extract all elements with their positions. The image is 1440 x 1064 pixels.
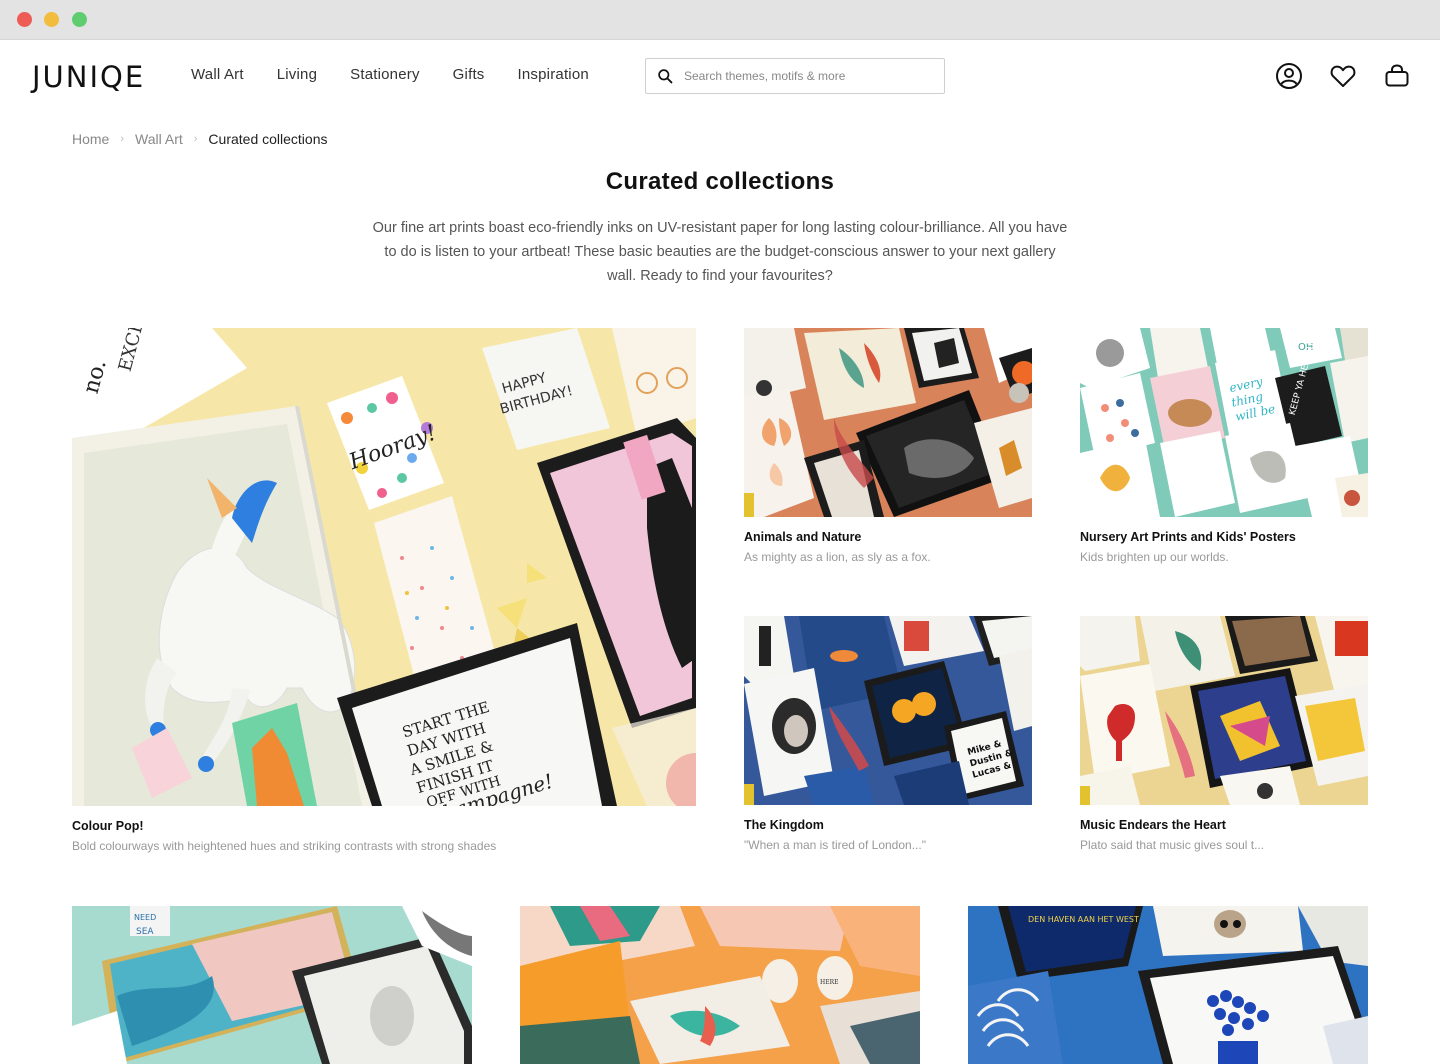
collection-subtitle: Plato said that music gives soul t... (1080, 838, 1265, 852)
chevron-right-icon: › (120, 133, 125, 145)
animals-nature-illustration (744, 328, 1032, 517)
collection-title[interactable]: Colour Pop! (72, 819, 696, 833)
breadcrumb-home[interactable]: Home (72, 131, 109, 147)
music-illustration (1080, 616, 1368, 805)
window-titlebar (0, 0, 1440, 40)
nursery-illustration: OH every thing will be KEEP YA HEAD UP (1080, 328, 1368, 517)
page-intro: Our fine art prints boast eco-friendly i… (372, 220, 1068, 284)
breadcrumb-current: Curated collections (208, 131, 328, 147)
collection-image[interactable]: OH every thing will be KEEP YA HEAD UP (1080, 328, 1368, 517)
search-box[interactable] (645, 58, 945, 94)
the-kingdom-illustration: Mike & Dustin & Lucas & (744, 616, 1032, 805)
svg-text:HERE: HERE (820, 979, 839, 986)
collection-subtitle: Bold colourways with heightened hues and… (72, 839, 497, 853)
collection-card-animals-and-nature[interactable]: Animals and Nature As mighty as a lion, … (744, 328, 1032, 564)
nav-stationery[interactable]: Stationery (350, 66, 420, 83)
collection-title[interactable]: Music Endears the Heart (1080, 818, 1368, 832)
collection-card[interactable]: DEN HAVEN AAN HET WEST (968, 906, 1368, 1064)
nav-gifts[interactable]: Gifts (453, 66, 485, 83)
account-icon[interactable] (1275, 62, 1303, 90)
collection-subtitle: As mighty as a lion, as sly as a fox. (744, 550, 931, 564)
collection-card[interactable]: NEED SEA (72, 906, 472, 1064)
collection-image[interactable]: Mike & Dustin & Lucas & (744, 616, 1032, 805)
minimize-window-button[interactable] (44, 12, 59, 27)
page-title: Curated collections (605, 168, 835, 195)
svg-text:NEED: NEED (134, 913, 156, 922)
shopping-bag-icon[interactable] (1383, 62, 1411, 90)
main-nav: Wall Art Living Stationery Gifts Inspira… (191, 66, 622, 83)
collection-title[interactable]: Animals and Nature (744, 530, 1032, 544)
nav-living[interactable]: Living (277, 66, 317, 83)
maximize-window-button[interactable] (72, 12, 87, 27)
svg-text:DEN HAVEN AAN HET WEST: DEN HAVEN AAN HET WEST (1028, 915, 1139, 924)
collection-title[interactable]: Nursery Art Prints and Kids' Posters (1080, 530, 1368, 544)
breadcrumb: Home › Wall Art › Curated collections (72, 131, 327, 147)
collection-image[interactable]: no. EXCELLENCE Hooray! HAPPY (72, 328, 696, 806)
collection-card-music-endears-the-heart[interactable]: Music Endears the Heart Plato said that … (1080, 616, 1368, 852)
chevron-right-icon: › (193, 133, 198, 145)
site-header: JUNIQE Wall Art Living Stationery Gifts … (0, 40, 1440, 112)
collection-image[interactable] (744, 328, 1032, 517)
close-window-button[interactable] (17, 12, 32, 27)
collection-image[interactable]: NEED SEA (72, 906, 472, 1064)
colour-pop-illustration: no. EXCELLENCE Hooray! HAPPY (72, 328, 696, 806)
blue-illustration: DEN HAVEN AAN HET WEST (968, 906, 1368, 1064)
living-illustration: HERE (520, 906, 920, 1064)
collection-card-nursery-art-prints[interactable]: OH every thing will be KEEP YA HEAD UP N… (1080, 328, 1368, 564)
collection-card-colour-pop[interactable]: no. EXCELLENCE Hooray! HAPPY (72, 328, 696, 853)
collection-card-the-kingdom[interactable]: Mike & Dustin & Lucas & The Kingdom "Whe… (744, 616, 1032, 852)
collection-subtitle: "When a man is tired of London..." (744, 838, 926, 852)
nav-wall-art[interactable]: Wall Art (191, 66, 244, 83)
collection-card[interactable]: HERE (520, 906, 920, 1064)
breadcrumb-wall-art[interactable]: Wall Art (135, 131, 183, 147)
search-input[interactable] (684, 59, 939, 93)
nav-inspiration[interactable]: Inspiration (518, 66, 589, 83)
collection-image[interactable]: DEN HAVEN AAN HET WEST (968, 906, 1368, 1064)
beach-illustration: NEED SEA (72, 906, 472, 1064)
collection-title[interactable]: The Kingdom (744, 818, 1032, 832)
juniqe-logo[interactable]: JUNIQE (32, 60, 145, 94)
search-icon[interactable] (657, 68, 674, 85)
collection-subtitle: Kids brighten up our worlds. (1080, 550, 1229, 564)
svg-text:SEA: SEA (136, 927, 154, 937)
heart-icon[interactable] (1329, 62, 1357, 90)
collection-image[interactable] (1080, 616, 1368, 805)
collection-image[interactable]: HERE (520, 906, 920, 1064)
